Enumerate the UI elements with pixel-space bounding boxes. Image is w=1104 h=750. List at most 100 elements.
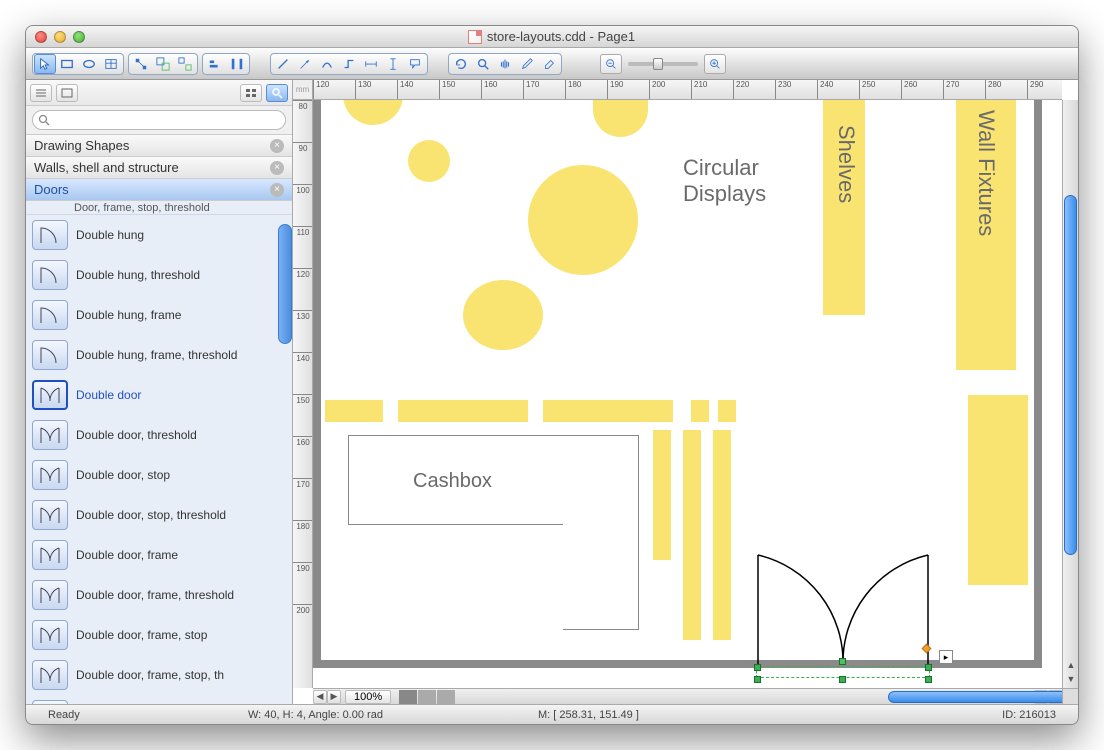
table-tool[interactable] [100, 54, 122, 74]
shelf-bar[interactable] [543, 400, 673, 422]
wall-fixtures-shape-2[interactable] [968, 395, 1028, 585]
category-label: Walls, shell and structure [34, 160, 179, 175]
category-row[interactable]: Walls, shell and structure × [26, 157, 292, 179]
search-view-button[interactable] [266, 84, 288, 102]
group-tool[interactable] [152, 54, 174, 74]
shape-list-item[interactable]: Double hung, frame, threshold [26, 335, 292, 375]
selection-handle[interactable] [754, 676, 761, 683]
shape-list-item[interactable]: Double door [26, 375, 292, 415]
page-tab[interactable] [399, 690, 417, 704]
selection-handle[interactable] [839, 658, 846, 665]
category-close-icon[interactable]: × [270, 139, 284, 153]
eyedropper-tool[interactable] [516, 54, 538, 74]
canvas-area: mm 1201301401501601701801902002102202302… [293, 80, 1078, 704]
eraser-tool[interactable] [538, 54, 560, 74]
scroll-left-arrow[interactable]: ◀ [313, 690, 327, 704]
smart-tag-button[interactable]: ▸ [939, 650, 953, 664]
shelf-bar-v[interactable] [683, 430, 701, 640]
shape-list-item[interactable]: Double door, stop [26, 455, 292, 495]
shape-list-item[interactable]: Double door, threshold [26, 415, 292, 455]
zoom-percent-display[interactable]: 100% [345, 690, 391, 704]
rectangle-tool[interactable] [56, 54, 78, 74]
shape-list-item[interactable]: Double hung, threshold [26, 255, 292, 295]
shape-list-item[interactable]: Uneven door [26, 695, 292, 704]
edit-nodes-tool[interactable] [130, 54, 152, 74]
zoom-slider-track[interactable] [628, 62, 698, 66]
horizontal-ruler[interactable]: 1201301401501601701801902002102202302402… [313, 80, 1062, 100]
distribute-tool[interactable] [226, 54, 248, 74]
circle-display-shape[interactable] [408, 140, 450, 182]
tree-view-button[interactable] [30, 84, 52, 102]
page-tab[interactable] [437, 690, 455, 704]
hscroll-thumb[interactable] [888, 691, 1079, 703]
connector-tool[interactable] [338, 54, 360, 74]
grid-view-button[interactable] [240, 84, 262, 102]
horizontal-scrollbar[interactable] [458, 690, 1032, 704]
cashbox-shape-2[interactable] [563, 435, 639, 630]
shape-list-item[interactable]: Double door, stop, threshold [26, 495, 292, 535]
shape-list-item[interactable]: Double door, frame, threshold [26, 575, 292, 615]
ruler-corner: mm [293, 80, 313, 100]
shape-item-label: Double hung, frame, threshold [76, 348, 237, 362]
shape-search-input[interactable] [32, 110, 286, 130]
pointer-tool[interactable] [34, 54, 56, 74]
shelf-bar[interactable] [325, 400, 383, 422]
line-tool[interactable] [272, 54, 294, 74]
category-close-icon[interactable]: × [270, 161, 284, 175]
vertical-ruler[interactable]: 8090100110120130140150160170180190200 [293, 100, 313, 688]
vertical-scrollbar[interactable]: ▲ ▼ [1062, 100, 1078, 688]
shape-thumbnail-icon [32, 380, 68, 410]
refresh-tool[interactable] [450, 54, 472, 74]
zoom-tool[interactable] [472, 54, 494, 74]
ellipse-tool[interactable] [78, 54, 100, 74]
dimension-v-tool[interactable] [382, 54, 404, 74]
shelf-bar-v[interactable] [713, 430, 731, 640]
shelf-bar[interactable] [398, 400, 528, 422]
ungroup-tool[interactable] [174, 54, 196, 74]
shelf-bar-v[interactable] [653, 430, 671, 560]
close-window-button[interactable] [35, 31, 47, 43]
selection-handle[interactable] [925, 676, 932, 683]
sidebar-scrollbar[interactable] [278, 224, 292, 344]
callout-tool[interactable] [404, 54, 426, 74]
zoom-window-button[interactable] [73, 31, 85, 43]
circle-display-shape[interactable] [528, 165, 638, 275]
zoom-slider-knob[interactable] [653, 58, 663, 70]
category-close-icon[interactable]: × [270, 183, 284, 197]
shape-list-item[interactable]: Double door, frame [26, 535, 292, 575]
scroll-down-arrow[interactable]: ▼ [1064, 672, 1078, 686]
drawing-canvas[interactable]: Circular Displays Shelves Wall Fixtures [313, 100, 1062, 688]
scroll-up-arrow[interactable]: ▲ [1064, 658, 1078, 672]
ruler-tick: 170 [523, 80, 539, 100]
shape-item-label: Double door [76, 388, 141, 402]
zoom-in-button[interactable] [704, 54, 726, 74]
selection-handle[interactable] [925, 664, 932, 671]
page-tab[interactable] [418, 690, 436, 704]
circle-display-shape[interactable] [463, 280, 543, 350]
ruler-tick: 190 [293, 562, 313, 573]
pan-tool[interactable] [494, 54, 516, 74]
shape-list-item[interactable]: Double door, frame, stop [26, 615, 292, 655]
horizontal-scrollbar-area: ◀ ▶ 100% ◀ ▶ [313, 688, 1062, 704]
shelf-bar[interactable] [691, 400, 709, 422]
shape-list-item[interactable]: Double hung, frame [26, 295, 292, 335]
zoom-out-button[interactable] [600, 54, 622, 74]
category-row[interactable]: Doors× [26, 179, 292, 201]
ruler-tick: 180 [565, 80, 581, 100]
minimize-window-button[interactable] [54, 31, 66, 43]
status-dimensions: W: 40, H: 4, Angle: 0.00 rad [236, 709, 526, 721]
align-tool[interactable] [204, 54, 226, 74]
selection-handle[interactable] [839, 676, 846, 683]
vscroll-thumb[interactable] [1064, 195, 1077, 555]
dimension-h-tool[interactable] [360, 54, 382, 74]
selection-handle[interactable] [754, 664, 761, 671]
shelf-bar[interactable] [718, 400, 736, 422]
scroll-right-arrow[interactable]: ▶ [327, 690, 341, 704]
curve-tool[interactable] [316, 54, 338, 74]
double-door-object[interactable]: ▸ [753, 550, 933, 680]
shape-list-item[interactable]: Double hung [26, 215, 292, 255]
category-row[interactable]: Drawing Shapes× [26, 135, 292, 157]
arrow-tool[interactable] [294, 54, 316, 74]
list-view-button[interactable] [56, 84, 78, 102]
shape-list-item[interactable]: Double door, frame, stop, th [26, 655, 292, 695]
